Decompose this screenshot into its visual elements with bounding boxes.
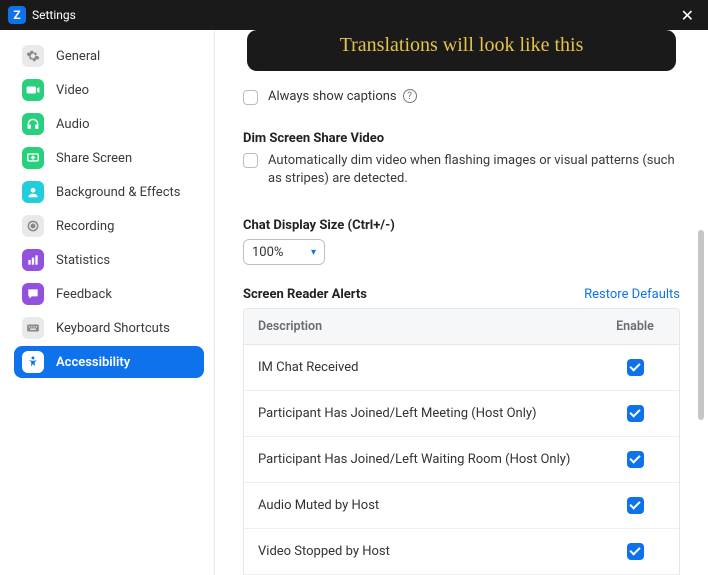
alert-desc: Participant Has Joined/Left Waiting Room… [258,452,605,467]
alert-enable-checkbox[interactable] [627,405,644,422]
sidebar-item-share-screen[interactable]: Share Screen [14,142,204,174]
gear-icon [22,45,44,67]
sidebar-item-recording[interactable]: Recording [14,210,204,242]
alert-desc: Video Stopped by Host [258,544,605,559]
app-icon: Z [8,6,26,24]
table-row: IM Chat Received [244,345,679,391]
restore-defaults-link[interactable]: Restore Defaults [584,287,680,302]
col-description: Description [258,319,605,334]
alerts-table: Description Enable IM Chat Received Part… [243,308,680,575]
sidebar-item-background[interactable]: Background & Effects [14,176,204,208]
accessibility-icon [22,351,44,373]
alert-enable-checkbox[interactable] [627,543,644,560]
sidebar-item-label: Video [56,83,89,98]
sidebar: General Video Audio Share Screen Backgro [0,30,215,575]
alerts-header: Screen Reader Alerts Restore Defaults [243,287,680,302]
alert-desc: Audio Muted by Host [258,498,605,513]
scrollbar-thumb[interactable] [698,230,704,420]
table-header: Description Enable [244,309,679,345]
sidebar-item-keyboard[interactable]: Keyboard Shortcuts [14,312,204,344]
col-enable: Enable [605,319,665,334]
sidebar-item-feedback[interactable]: Feedback [14,278,204,310]
alert-desc: IM Chat Received [258,360,605,375]
content-scroll[interactable]: Translations will look like this Always … [215,30,708,575]
sidebar-item-statistics[interactable]: Statistics [14,244,204,276]
chat-size-title: Chat Display Size (Ctrl+/-) [243,218,680,233]
sidebar-item-audio[interactable]: Audio [14,108,204,140]
table-row: Participant Has Joined/Left Meeting (Hos… [244,391,679,437]
record-icon [22,215,44,237]
chat-icon [22,283,44,305]
help-icon[interactable]: ? [403,89,417,103]
sidebar-item-label: Accessibility [56,355,130,370]
video-icon [22,79,44,101]
sidebar-item-label: Feedback [56,287,112,302]
chevron-down-icon: ▾ [311,247,316,258]
alerts-title: Screen Reader Alerts [243,287,584,302]
table-row: Audio Muted by Host [244,483,679,529]
table-row: Participant Has Joined/Left Waiting Room… [244,437,679,483]
titlebar: Z Settings ✕ [0,0,708,30]
always-show-captions-checkbox[interactable] [243,90,258,105]
sidebar-item-label: Audio [56,117,89,132]
always-show-captions-label: Always show captions [268,89,397,104]
sidebar-item-label: Statistics [56,253,110,268]
chat-size-value: 100% [252,245,283,260]
sidebar-item-accessibility[interactable]: Accessibility [14,346,204,378]
dim-checkbox[interactable] [243,153,258,168]
window-title: Settings [32,8,675,22]
user-icon [22,181,44,203]
sidebar-item-general[interactable]: General [14,40,204,72]
alert-enable-checkbox[interactable] [627,497,644,514]
chat-size-select[interactable]: 100% ▾ [243,239,325,265]
dim-title: Dim Screen Share Video [243,131,680,146]
sidebar-item-label: Share Screen [56,151,132,166]
dim-row: Automatically dim video when flashing im… [243,152,680,188]
chart-icon [22,249,44,271]
table-row: Video Stopped by Host [244,529,679,575]
always-show-captions-row: Always show captions ? [243,89,680,105]
share-screen-icon [22,147,44,169]
alert-enable-checkbox[interactable] [627,451,644,468]
headphones-icon [22,113,44,135]
keyboard-icon [22,317,44,339]
sidebar-item-label: Keyboard Shortcuts [56,321,170,336]
sidebar-item-video[interactable]: Video [14,74,204,106]
alert-enable-checkbox[interactable] [627,359,644,376]
sidebar-item-label: Recording [56,219,114,234]
alert-desc: Participant Has Joined/Left Meeting (Hos… [258,406,605,421]
close-button[interactable]: ✕ [675,6,700,25]
dim-description: Automatically dim video when flashing im… [268,152,680,188]
caption-preview: Translations will look like this [247,30,676,71]
sidebar-item-label: General [56,49,100,64]
window-body: General Video Audio Share Screen Backgro [0,30,708,575]
sidebar-item-label: Background & Effects [56,185,180,200]
content-pane: Translations will look like this Always … [215,30,708,575]
